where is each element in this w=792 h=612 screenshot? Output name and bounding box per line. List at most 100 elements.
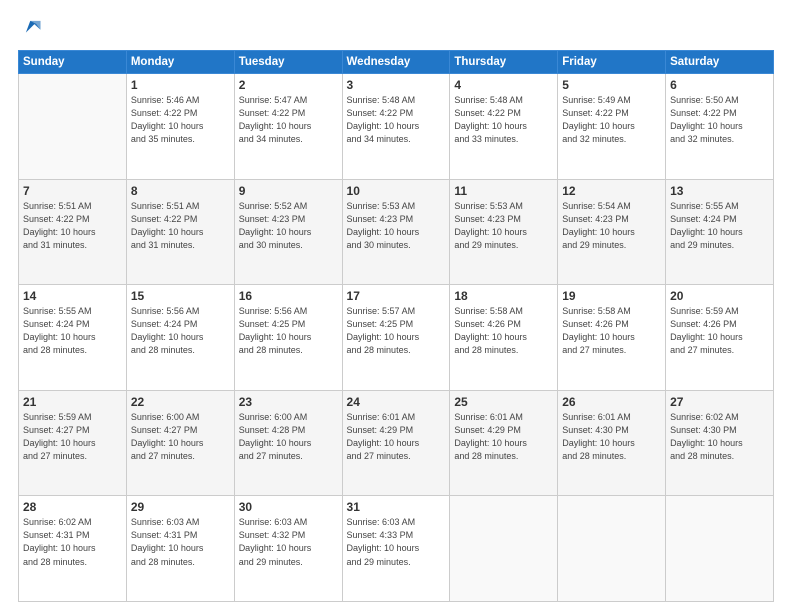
day-info: Sunrise: 5:59 AM Sunset: 4:27 PM Dayligh… bbox=[23, 411, 122, 463]
day-info: Sunrise: 5:51 AM Sunset: 4:22 PM Dayligh… bbox=[131, 200, 230, 252]
calendar-cell: 19 Sunrise: 5:58 AM Sunset: 4:26 PM Dayli… bbox=[558, 285, 666, 391]
calendar-cell: 20Sunrise: 5:59 AM Sunset: 4:26 PM Dayli… bbox=[666, 285, 774, 391]
calendar-cell: 14Sunrise: 5:55 AM Sunset: 4:24 PM Dayli… bbox=[19, 285, 127, 391]
calendar-cell: 27 Sunrise: 6:02 AM Sunset: 4:30 PM Dayli… bbox=[666, 390, 774, 496]
calendar-cell: 24 Sunrise: 6:01 AM Sunset: 4:29 PM Dayli… bbox=[342, 390, 450, 496]
calendar-cell: 13 Sunrise: 5:55 AM Sunset: 4:24 PM Dayli… bbox=[666, 179, 774, 285]
day-info: Sunrise: 5:53 AM Sunset: 4:23 PM Dayligh… bbox=[347, 200, 446, 252]
day-info: Sunrise: 6:03 AM Sunset: 4:32 PM Dayligh… bbox=[239, 516, 338, 568]
day-number: 27 bbox=[670, 395, 769, 409]
day-info: Sunrise: 5:48 AM Sunset: 4:22 PM Dayligh… bbox=[347, 94, 446, 146]
calendar-cell: 16Sunrise: 5:56 AM Sunset: 4:25 PM Dayli… bbox=[234, 285, 342, 391]
day-info: Sunrise: 5:50 AM Sunset: 4:22 PM Dayligh… bbox=[670, 94, 769, 146]
calendar-cell: 18Sunrise: 5:58 AM Sunset: 4:26 PM Dayli… bbox=[450, 285, 558, 391]
calendar-cell bbox=[19, 74, 127, 180]
calendar-cell: 28 Sunrise: 6:02 AM Sunset: 4:31 PM Dayli… bbox=[19, 496, 127, 602]
calendar-table: SundayMondayTuesdayWednesdayThursdayFrid… bbox=[18, 50, 774, 602]
day-number: 3 bbox=[347, 78, 446, 92]
calendar-cell bbox=[558, 496, 666, 602]
day-number: 1 bbox=[131, 78, 230, 92]
day-info: Sunrise: 6:00 AM Sunset: 4:27 PM Dayligh… bbox=[131, 411, 230, 463]
calendar-week-row: 7Sunrise: 5:51 AM Sunset: 4:22 PM Daylig… bbox=[19, 179, 774, 285]
calendar-cell: 11 Sunrise: 5:53 AM Sunset: 4:23 PM Dayli… bbox=[450, 179, 558, 285]
day-info: Sunrise: 5:58 AM Sunset: 4:26 PM Dayligh… bbox=[562, 305, 661, 357]
calendar-cell: 6 Sunrise: 5:50 AM Sunset: 4:22 PM Daylig… bbox=[666, 74, 774, 180]
calendar-cell: 2 Sunrise: 5:47 AM Sunset: 4:22 PM Daylig… bbox=[234, 74, 342, 180]
day-info: Sunrise: 6:02 AM Sunset: 4:30 PM Dayligh… bbox=[670, 411, 769, 463]
day-info: Sunrise: 5:48 AM Sunset: 4:22 PM Dayligh… bbox=[454, 94, 553, 146]
day-info: Sunrise: 5:46 AM Sunset: 4:22 PM Dayligh… bbox=[131, 94, 230, 146]
day-number: 21 bbox=[23, 395, 122, 409]
calendar-cell: 5Sunrise: 5:49 AM Sunset: 4:22 PM Daylig… bbox=[558, 74, 666, 180]
day-number: 13 bbox=[670, 184, 769, 198]
calendar-cell bbox=[450, 496, 558, 602]
weekday-header-friday: Friday bbox=[558, 51, 666, 74]
day-number: 26 bbox=[562, 395, 661, 409]
day-info: Sunrise: 5:53 AM Sunset: 4:23 PM Dayligh… bbox=[454, 200, 553, 252]
day-number: 15 bbox=[131, 289, 230, 303]
day-number: 22 bbox=[131, 395, 230, 409]
day-info: Sunrise: 5:56 AM Sunset: 4:24 PM Dayligh… bbox=[131, 305, 230, 357]
weekday-header-row: SundayMondayTuesdayWednesdayThursdayFrid… bbox=[19, 51, 774, 74]
day-number: 6 bbox=[670, 78, 769, 92]
calendar-cell: 7Sunrise: 5:51 AM Sunset: 4:22 PM Daylig… bbox=[19, 179, 127, 285]
day-number: 30 bbox=[239, 500, 338, 514]
weekday-header-wednesday: Wednesday bbox=[342, 51, 450, 74]
day-number: 4 bbox=[454, 78, 553, 92]
calendar-cell: 31 Sunrise: 6:03 AM Sunset: 4:33 PM Dayli… bbox=[342, 496, 450, 602]
day-number: 17 bbox=[347, 289, 446, 303]
day-info: Sunrise: 6:01 AM Sunset: 4:29 PM Dayligh… bbox=[347, 411, 446, 463]
calendar-cell: 22 Sunrise: 6:00 AM Sunset: 4:27 PM Dayli… bbox=[126, 390, 234, 496]
day-info: Sunrise: 6:01 AM Sunset: 4:29 PM Dayligh… bbox=[454, 411, 553, 463]
day-info: Sunrise: 5:57 AM Sunset: 4:25 PM Dayligh… bbox=[347, 305, 446, 357]
calendar-week-row: 14Sunrise: 5:55 AM Sunset: 4:24 PM Dayli… bbox=[19, 285, 774, 391]
calendar-cell: 23Sunrise: 6:00 AM Sunset: 4:28 PM Dayli… bbox=[234, 390, 342, 496]
day-info: Sunrise: 6:00 AM Sunset: 4:28 PM Dayligh… bbox=[239, 411, 338, 463]
calendar-cell: 29Sunrise: 6:03 AM Sunset: 4:31 PM Dayli… bbox=[126, 496, 234, 602]
day-number: 25 bbox=[454, 395, 553, 409]
calendar-week-row: 21 Sunrise: 5:59 AM Sunset: 4:27 PM Dayli… bbox=[19, 390, 774, 496]
calendar-week-row: 28 Sunrise: 6:02 AM Sunset: 4:31 PM Dayli… bbox=[19, 496, 774, 602]
day-info: Sunrise: 5:47 AM Sunset: 4:22 PM Dayligh… bbox=[239, 94, 338, 146]
day-info: Sunrise: 5:52 AM Sunset: 4:23 PM Dayligh… bbox=[239, 200, 338, 252]
calendar-cell: 10Sunrise: 5:53 AM Sunset: 4:23 PM Dayli… bbox=[342, 179, 450, 285]
calendar-cell: 3 Sunrise: 5:48 AM Sunset: 4:22 PM Daylig… bbox=[342, 74, 450, 180]
day-number: 12 bbox=[562, 184, 661, 198]
weekday-header-monday: Monday bbox=[126, 51, 234, 74]
calendar-week-row: 1 Sunrise: 5:46 AM Sunset: 4:22 PM Daylig… bbox=[19, 74, 774, 180]
day-number: 19 bbox=[562, 289, 661, 303]
day-info: Sunrise: 5:49 AM Sunset: 4:22 PM Dayligh… bbox=[562, 94, 661, 146]
weekday-header-thursday: Thursday bbox=[450, 51, 558, 74]
day-number: 14 bbox=[23, 289, 122, 303]
logo-icon bbox=[20, 18, 42, 40]
day-number: 20 bbox=[670, 289, 769, 303]
day-info: Sunrise: 5:51 AM Sunset: 4:22 PM Dayligh… bbox=[23, 200, 122, 252]
weekday-header-tuesday: Tuesday bbox=[234, 51, 342, 74]
calendar-cell: 15 Sunrise: 5:56 AM Sunset: 4:24 PM Dayli… bbox=[126, 285, 234, 391]
calendar-cell: 12 Sunrise: 5:54 AM Sunset: 4:23 PM Dayli… bbox=[558, 179, 666, 285]
day-info: Sunrise: 5:55 AM Sunset: 4:24 PM Dayligh… bbox=[670, 200, 769, 252]
page: SundayMondayTuesdayWednesdayThursdayFrid… bbox=[0, 0, 792, 612]
weekday-header-sunday: Sunday bbox=[19, 51, 127, 74]
day-number: 28 bbox=[23, 500, 122, 514]
day-number: 16 bbox=[239, 289, 338, 303]
calendar-cell: 17 Sunrise: 5:57 AM Sunset: 4:25 PM Dayli… bbox=[342, 285, 450, 391]
calendar-cell: 30 Sunrise: 6:03 AM Sunset: 4:32 PM Dayli… bbox=[234, 496, 342, 602]
day-info: Sunrise: 5:58 AM Sunset: 4:26 PM Dayligh… bbox=[454, 305, 553, 357]
day-info: Sunrise: 6:02 AM Sunset: 4:31 PM Dayligh… bbox=[23, 516, 122, 568]
day-number: 24 bbox=[347, 395, 446, 409]
calendar-cell: 4 Sunrise: 5:48 AM Sunset: 4:22 PM Daylig… bbox=[450, 74, 558, 180]
day-number: 2 bbox=[239, 78, 338, 92]
day-info: Sunrise: 6:01 AM Sunset: 4:30 PM Dayligh… bbox=[562, 411, 661, 463]
calendar-cell: 8 Sunrise: 5:51 AM Sunset: 4:22 PM Daylig… bbox=[126, 179, 234, 285]
calendar-cell: 26 Sunrise: 6:01 AM Sunset: 4:30 PM Dayli… bbox=[558, 390, 666, 496]
day-number: 31 bbox=[347, 500, 446, 514]
header bbox=[18, 18, 774, 40]
day-number: 11 bbox=[454, 184, 553, 198]
weekday-header-saturday: Saturday bbox=[666, 51, 774, 74]
day-info: Sunrise: 6:03 AM Sunset: 4:33 PM Dayligh… bbox=[347, 516, 446, 568]
day-number: 8 bbox=[131, 184, 230, 198]
day-number: 9 bbox=[239, 184, 338, 198]
day-info: Sunrise: 5:54 AM Sunset: 4:23 PM Dayligh… bbox=[562, 200, 661, 252]
calendar-cell bbox=[666, 496, 774, 602]
